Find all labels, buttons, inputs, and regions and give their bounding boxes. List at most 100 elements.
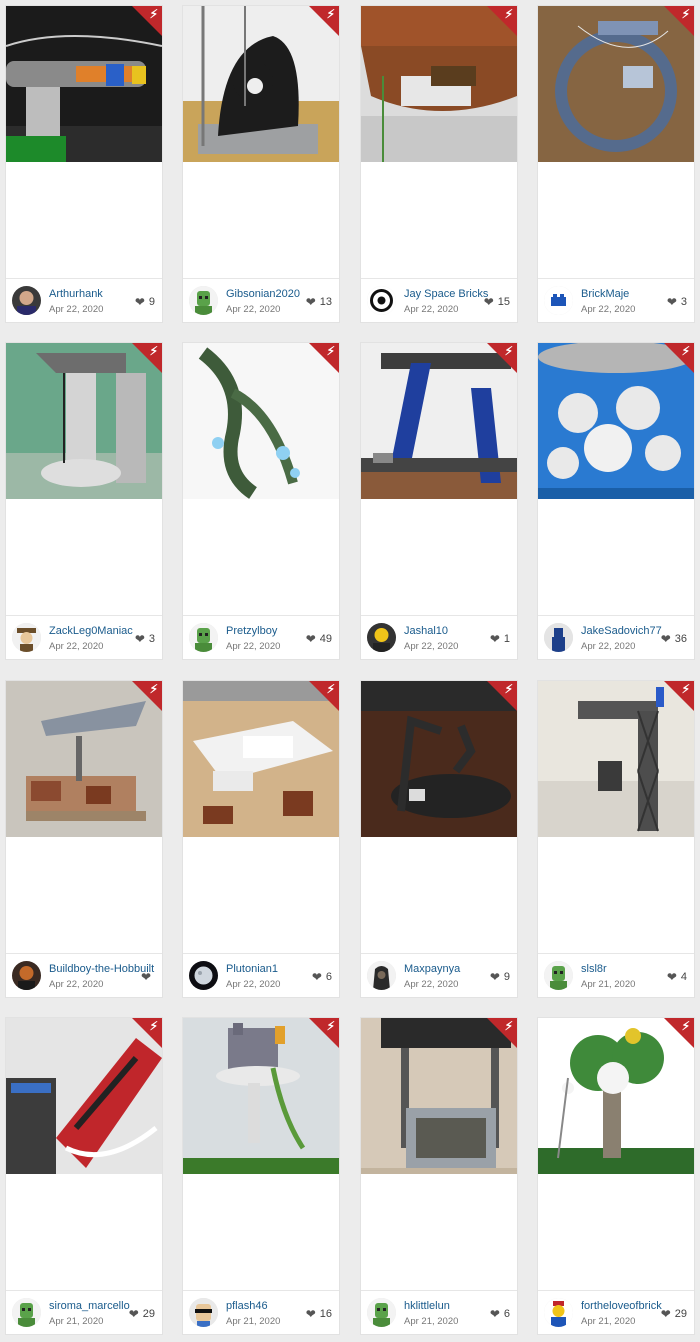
avatar[interactable] [367, 623, 396, 652]
username-link[interactable]: Plutonian1 [226, 963, 278, 975]
avatar[interactable] [189, 1298, 218, 1327]
avatar[interactable] [544, 961, 573, 990]
like-button[interactable]: ❤︎ 3 [667, 295, 687, 309]
avatar[interactable] [189, 286, 218, 315]
username-link[interactable]: Buildboy-the-Hobbuilt [49, 963, 154, 975]
gallery-card[interactable]: ⚡︎ BrickMaje Apr 22, 2020 ❤︎ 3 [537, 5, 695, 323]
avatar[interactable] [189, 623, 218, 652]
like-button[interactable]: ❤︎ 1 [490, 632, 510, 646]
thumbnail-image[interactable]: ⚡︎ [361, 343, 517, 499]
avatar[interactable] [367, 286, 396, 315]
like-button[interactable]: ❤︎ 29 [661, 1307, 687, 1321]
like-button[interactable]: ❤︎ 6 [490, 1307, 510, 1321]
username-link[interactable]: Jashal10 [404, 625, 448, 637]
lightning-bolt-icon: ⚡︎ [149, 1019, 158, 1033]
avatar[interactable] [12, 1298, 41, 1327]
like-button[interactable]: ❤︎ 6 [312, 970, 332, 984]
thumbnail-image[interactable]: ⚡︎ [538, 343, 694, 499]
avatar-blue-figure [544, 623, 573, 652]
card-footer: ZackLeg0Maniac Apr 22, 2020 ❤︎ 3 [6, 615, 162, 659]
post-date: Apr 21, 2020 [226, 1316, 281, 1327]
avatar[interactable] [12, 623, 41, 652]
thumbnail-image[interactable]: ⚡︎ [6, 343, 162, 499]
like-count: 49 [319, 633, 332, 645]
gallery-card[interactable]: ⚡︎ hklittlelun Apr 21, 2020 ❤︎ 6 [360, 1017, 518, 1335]
gallery-card[interactable]: ⚡︎ ZackLeg0Maniac Apr 22, 2020 ❤︎ 3 [5, 342, 163, 660]
like-button[interactable]: ❤︎ 49 [306, 632, 332, 646]
like-button[interactable]: ❤︎ 13 [306, 295, 332, 309]
username-link[interactable]: BrickMaje [581, 288, 629, 300]
thumbnail-image[interactable]: ⚡︎ [361, 6, 517, 162]
avatar[interactable] [367, 1298, 396, 1327]
gallery-card[interactable]: ⚡︎ siroma_marcello Apr 21, 2020 ❤︎ 29 [5, 1017, 163, 1335]
thumbnail-image[interactable]: ⚡︎ [183, 681, 339, 837]
like-button[interactable]: ❤︎ 15 [484, 295, 510, 309]
avatar-lion-logo [367, 286, 396, 315]
heart-icon: ❤︎ [134, 295, 145, 309]
lightning-bolt-icon: ⚡︎ [681, 1019, 690, 1033]
gallery-card[interactable]: ⚡︎ fortheloveofbrick Apr 21, 2020 ❤︎ 29 [537, 1017, 695, 1335]
heart-icon: ❤︎ [311, 970, 322, 984]
avatar[interactable] [12, 961, 41, 990]
like-button[interactable]: ❤︎ 9 [490, 970, 510, 984]
thumbnail-image[interactable]: ⚡︎ [538, 1018, 694, 1174]
like-button[interactable]: ❤︎ 4 [667, 970, 687, 984]
username-link[interactable]: Jay Space Bricks [404, 288, 488, 300]
thumbnail-image[interactable]: ⚡︎ [6, 1018, 162, 1174]
gallery-card[interactable]: ⚡︎ Jashal10 Apr 22, 2020 ❤︎ 1 [360, 342, 518, 660]
username-link[interactable]: pflash46 [226, 1300, 268, 1312]
thumbnail-image[interactable]: ⚡︎ [6, 6, 162, 162]
username-link[interactable]: Gibsonian2020 [226, 288, 300, 300]
gallery-card[interactable]: ⚡︎ Maxpaynya Apr 22, 2020 ❤︎ 9 [360, 680, 518, 998]
username-link[interactable]: fortheloveofbrick [581, 1300, 662, 1312]
like-button[interactable]: ❤︎ 36 [661, 632, 687, 646]
gallery-card[interactable]: ⚡︎ Jay Space Bricks Apr 22, 2020 ❤︎ 15 [360, 5, 518, 323]
thumbnail-image[interactable]: ⚡︎ [361, 1018, 517, 1174]
post-date: Apr 22, 2020 [49, 979, 104, 990]
gallery-card[interactable]: ⚡︎ Buildboy-the-Hobbuilt Apr 22, 2020 ❤︎ [5, 680, 163, 998]
username-link[interactable]: Pretzylboy [226, 625, 277, 637]
gallery-card[interactable]: ⚡︎ Plutonian1 Apr 22, 2020 ❤︎ 6 [182, 680, 340, 998]
gallery-card[interactable]: ⚡︎ slsl8r Apr 21, 2020 ❤︎ 4 [537, 680, 695, 998]
like-button[interactable]: ❤︎ 16 [306, 1307, 332, 1321]
avatar-hooded-figure [367, 961, 396, 990]
gallery-card[interactable]: ⚡︎ Gibsonian2020 Apr 22, 2020 ❤︎ 13 [182, 5, 340, 323]
username-link[interactable]: Arthurhank [49, 288, 103, 300]
heart-icon: ❤︎ [660, 632, 671, 646]
avatar[interactable] [544, 623, 573, 652]
post-date: Apr 22, 2020 [226, 979, 281, 990]
avatar[interactable] [12, 286, 41, 315]
like-button[interactable]: ❤︎ 9 [135, 295, 155, 309]
thumbnail-image[interactable]: ⚡︎ [183, 1018, 339, 1174]
like-button[interactable]: ❤︎ 3 [135, 632, 155, 646]
lightning-bolt-icon: ⚡︎ [504, 682, 513, 696]
thumbnail-image[interactable]: ⚡︎ [183, 6, 339, 162]
gallery-card[interactable]: ⚡︎ Arthurhank Apr 22, 2020 ❤︎ 9 [5, 5, 163, 323]
thumbnail-image[interactable]: ⚡︎ [6, 681, 162, 837]
avatar[interactable] [544, 286, 573, 315]
lightning-bolt-icon: ⚡︎ [149, 7, 158, 21]
gallery-card[interactable]: ⚡︎ JakeSadovich77 Apr 22, 2020 ❤︎ 36 [537, 342, 695, 660]
username-link[interactable]: Maxpaynya [404, 963, 460, 975]
post-date: Apr 22, 2020 [49, 304, 104, 315]
lightning-bolt-icon: ⚡︎ [681, 682, 690, 696]
username-link[interactable]: JakeSadovich77 [581, 625, 662, 637]
thumbnail-image[interactable]: ⚡︎ [538, 6, 694, 162]
gallery-card[interactable]: ⚡︎ pflash46 Apr 21, 2020 ❤︎ 16 [182, 1017, 340, 1335]
card-footer: Buildboy-the-Hobbuilt Apr 22, 2020 ❤︎ [6, 953, 162, 997]
thumbnail-image[interactable]: ⚡︎ [183, 343, 339, 499]
username-link[interactable]: slsl8r [581, 963, 607, 975]
avatar[interactable] [544, 1298, 573, 1327]
heart-icon: ❤︎ [666, 970, 677, 984]
thumbnail-image[interactable]: ⚡︎ [538, 681, 694, 837]
like-button[interactable]: ❤︎ 29 [129, 1307, 155, 1321]
username-link[interactable]: hklittlelun [404, 1300, 450, 1312]
heart-icon: ❤︎ [660, 1307, 671, 1321]
avatar[interactable] [367, 961, 396, 990]
thumbnail-image[interactable]: ⚡︎ [361, 681, 517, 837]
username-link[interactable]: ZackLeg0Maniac [49, 625, 133, 637]
like-button[interactable]: ❤︎ [141, 970, 155, 984]
username-link[interactable]: siroma_marcello [49, 1300, 130, 1312]
gallery-card[interactable]: ⚡︎ Pretzylboy Apr 22, 2020 ❤︎ 49 [182, 342, 340, 660]
avatar[interactable] [189, 961, 218, 990]
